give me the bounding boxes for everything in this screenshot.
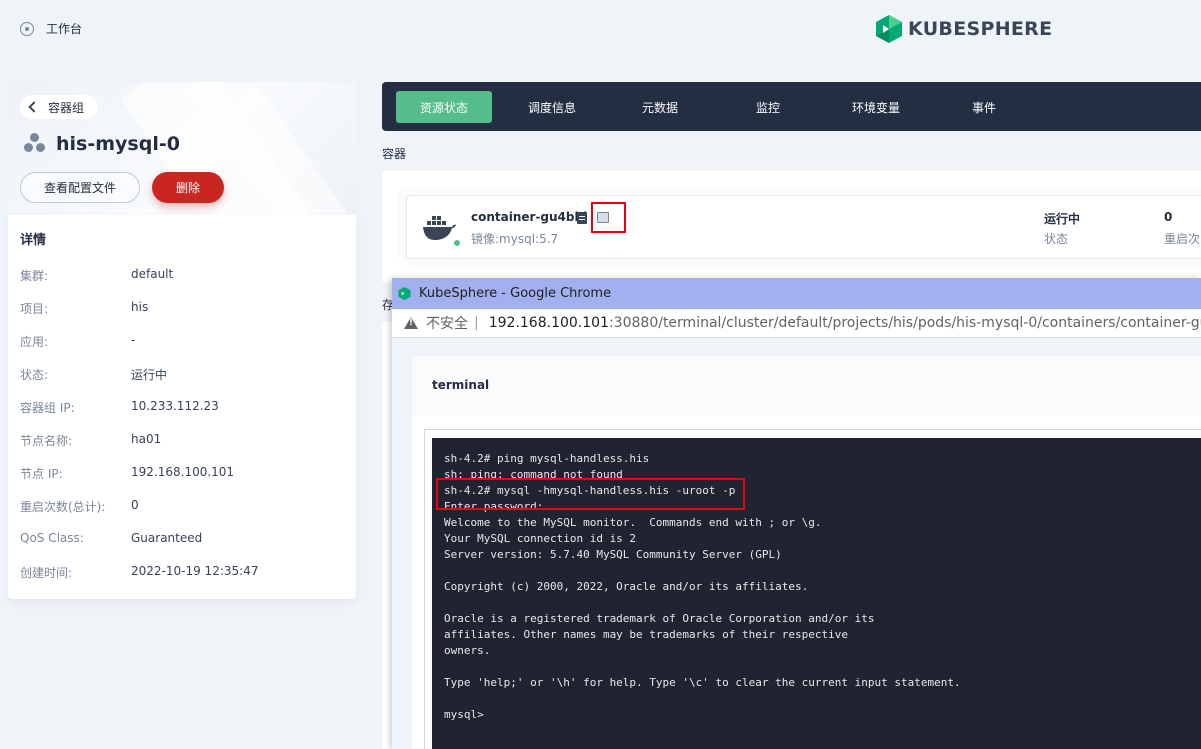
terminal-header-bg	[412, 356, 1201, 416]
detail-value: 0	[131, 498, 139, 512]
kubesphere-favicon-icon	[398, 287, 411, 300]
detail-key: 状态:	[20, 368, 49, 382]
containers-panel: container-gu4bld 镜像:mysql:5.7 运行中 状态 0 重…	[382, 171, 1201, 283]
container-logs-icon[interactable]	[577, 212, 587, 224]
pod-name: his-mysql-0	[56, 133, 180, 155]
workbench-label: 工作台	[46, 22, 83, 36]
chrome-title-bar[interactable]: KubeSphere - Google Chrome	[392, 278, 1201, 309]
container-status-label: 状态	[1044, 232, 1069, 246]
terminal-line: Copyright (c) 2000, 2022, Oracle and/or …	[444, 580, 809, 593]
detail-value: Guaranteed	[131, 531, 203, 545]
detail-value: 运行中	[131, 368, 168, 382]
pod-title: his-mysql-0	[24, 133, 180, 155]
url-host: 192.168.100.101	[488, 315, 609, 331]
docker-icon	[423, 216, 456, 240]
terminal-line: Type 'help;' or '\h' for help. Type '\c'…	[444, 676, 961, 689]
workbench-link[interactable]: 工作台	[20, 20, 82, 37]
container-name[interactable]: container-gu4bld	[471, 210, 587, 224]
view-config-button[interactable]: 查看配置文件	[20, 172, 140, 203]
workbench-icon	[20, 21, 34, 36]
top-bar: 工作台 KUBESPHERE	[0, 0, 1201, 58]
detail-key: 应用:	[20, 335, 49, 349]
tab-env-vars[interactable]: 环境变量	[828, 91, 924, 123]
kubesphere-logo-icon	[876, 15, 902, 43]
tab-events[interactable]: 事件	[936, 91, 1032, 123]
pod-summary-card: 容器组 his-mysql-0 查看配置文件 删除	[8, 82, 356, 215]
tab-scheduling[interactable]: 调度信息	[504, 91, 600, 123]
detail-value: 192.168.100.101	[131, 465, 235, 479]
detail-key: 容器组 IP:	[20, 401, 75, 415]
detail-row-app: 应用: -	[20, 333, 135, 350]
detail-key: 创建时间:	[20, 566, 73, 580]
detail-row-project: 项目: his	[20, 300, 148, 317]
kubesphere-logo[interactable]: KUBESPHERE	[876, 15, 1052, 43]
terminal-line: sh-4.2# ping mysql-handless.his	[444, 452, 650, 465]
details-title: 详情	[20, 233, 47, 248]
chevron-left-icon	[28, 101, 40, 113]
container-image: 镜像:mysql:5.7	[471, 232, 559, 246]
detail-key: 项目:	[20, 302, 49, 316]
terminal-line: Oracle is a registered trademark of Orac…	[444, 612, 875, 625]
back-label: 容器组	[48, 100, 85, 115]
container-restart-label: 重启次	[1164, 232, 1201, 246]
details-card: 详情 集群: default 项目: his 应用: - 状态: 运行中 容器组 IP:…	[8, 215, 356, 599]
detail-key: 重启次数(总计):	[20, 500, 106, 514]
terminal-line: Your MySQL connection id is 2	[444, 532, 637, 545]
terminal-line: affiliates. Other names may be trademark…	[444, 628, 848, 641]
warning-icon[interactable]	[404, 317, 418, 329]
detail-row-node-ip: 节点 IP: 192.168.100.101	[20, 465, 234, 482]
detail-row-qos: QoS Class: Guaranteed	[20, 531, 202, 545]
pod-icon	[24, 133, 46, 155]
address-bar[interactable]: 不安全 | 192.168.100.101:30880/terminal/clu…	[392, 309, 1201, 338]
detail-key: QoS Class:	[20, 531, 84, 545]
containers-section-label: 容器	[382, 147, 407, 161]
detail-row-created: 创建时间: 2022-10-19 12:35:47	[20, 564, 258, 581]
detail-value: ha01	[131, 432, 162, 446]
chrome-content: terminal sh-4.2# ping mysql-handless.his…	[392, 338, 1201, 749]
url-path: :30880/terminal/cluster/default/projects…	[608, 315, 1201, 331]
detail-row-cluster: 集群: default	[20, 267, 173, 284]
detail-key: 节点名称:	[20, 434, 73, 448]
detail-value: 10.233.112.23	[131, 399, 219, 413]
detail-value: -	[131, 333, 136, 347]
detail-value: default	[131, 267, 174, 281]
terminal-header: terminal	[432, 378, 490, 392]
insecure-label[interactable]: 不安全	[426, 313, 468, 333]
back-to-pods-button[interactable]: 容器组	[20, 95, 99, 119]
terminal-line: Server version: 5.7.40 MySQL Community S…	[444, 548, 782, 561]
detail-row-status: 状态: 运行中	[20, 366, 167, 383]
detail-row-node-name: 节点名称: ha01	[20, 432, 161, 449]
terminal-prompt: mysql>	[444, 708, 484, 721]
detail-key: 节点 IP:	[20, 467, 63, 481]
terminal-panel: terminal sh-4.2# ping mysql-handless.his…	[412, 356, 1201, 749]
detail-row-pod-ip: 容器组 IP: 10.233.112.23	[20, 399, 219, 416]
logo-text: KUBESPHERE	[908, 18, 1053, 40]
detail-value: his	[131, 300, 149, 314]
address-separator: |	[474, 315, 479, 331]
highlight-box-mysql-command	[436, 478, 745, 510]
detail-row-restarts: 重启次数(总计): 0	[20, 498, 139, 515]
running-status-dot	[453, 239, 461, 247]
delete-button[interactable]: 删除	[152, 172, 224, 203]
terminal-line: owners.	[444, 644, 491, 657]
terminal-line: Welcome to the MySQL monitor. Commands e…	[444, 516, 822, 529]
container-status-value: 运行中	[1044, 212, 1081, 226]
tab-bar: 资源状态 调度信息 元数据 监控 环境变量 事件	[382, 82, 1201, 131]
tab-resource-status[interactable]: 资源状态	[396, 91, 492, 123]
container-restart-value: 0	[1164, 210, 1173, 224]
container-card[interactable]: container-gu4bld 镜像:mysql:5.7 运行中 状态 0 重…	[406, 195, 1201, 259]
tab-metadata[interactable]: 元数据	[612, 91, 708, 123]
chrome-title: KubeSphere - Google Chrome	[419, 286, 612, 301]
detail-value: 2022-10-19 12:35:47	[131, 564, 259, 578]
chrome-terminal-window: KubeSphere - Google Chrome 不安全 | 192.168…	[392, 278, 1201, 749]
detail-key: 集群:	[20, 269, 49, 283]
tab-monitoring[interactable]: 监控	[720, 91, 816, 123]
highlight-box-terminal-icon	[591, 202, 626, 233]
